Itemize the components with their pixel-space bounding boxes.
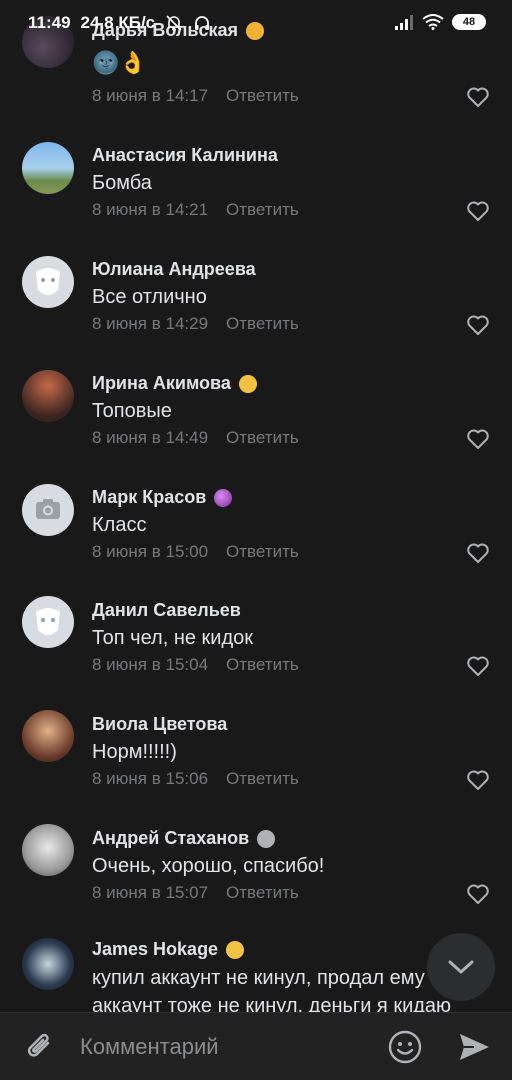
- comment-author[interactable]: Юлиана Андреева: [92, 259, 256, 280]
- reply-button[interactable]: Ответить: [226, 542, 299, 562]
- comment-author[interactable]: Виола Цветова: [92, 714, 227, 735]
- comment-author[interactable]: Андрей Стаханов: [92, 828, 276, 849]
- comment-item: Марк Красов Класс 8 июня в 15:00 Ответит…: [0, 456, 512, 570]
- comment-text: Бомба: [92, 172, 152, 194]
- comment-meta: 8 июня в 15:04 Ответить: [92, 655, 299, 675]
- reply-button[interactable]: Ответить: [226, 200, 299, 220]
- comment-item: Виола Цветова Норм!!!!!) 8 июня в 15:06 …: [0, 684, 512, 798]
- comment-item: Андрей Стаханов Очень, хорошо, спасибо! …: [0, 798, 512, 912]
- heart-icon[interactable]: [466, 314, 490, 336]
- comment-composer: [0, 1012, 512, 1080]
- comment-author[interactable]: James Hokage: [92, 939, 245, 960]
- scroll-down-button[interactable]: [427, 933, 495, 1001]
- comment-text: купил аккаунт не кинул, продал ему: [92, 967, 425, 989]
- mask-face-emoji-icon: [226, 940, 245, 959]
- comment-text: Норм!!!!!): [92, 741, 177, 763]
- comment-text: Топовые: [92, 400, 172, 422]
- comment-date: 8 июня в 15:04: [92, 655, 209, 674]
- comment-date: 8 июня в 14:49: [92, 428, 209, 447]
- heart-icon[interactable]: [466, 86, 490, 108]
- smile-icon[interactable]: [387, 1029, 423, 1065]
- comment-text: Очень, хорошо, спасибо!: [92, 855, 325, 877]
- reply-button[interactable]: Ответить: [226, 314, 299, 334]
- heart-icon[interactable]: [466, 200, 490, 222]
- avatar[interactable]: [22, 596, 74, 648]
- comment-meta: 8 июня в 14:29 Ответить: [92, 314, 299, 334]
- heart-icon[interactable]: [466, 655, 490, 677]
- comment-item: Анастасия Калинина Бомба 8 июня в 14:21 …: [0, 114, 512, 228]
- crystal-ball-icon: [214, 488, 233, 507]
- bell-off-icon: [166, 15, 182, 31]
- reply-button[interactable]: Ответить: [226, 655, 299, 675]
- default-avatar-icon: [36, 268, 60, 295]
- comment-text: Класс: [92, 514, 147, 536]
- reply-button[interactable]: Ответить: [226, 428, 299, 448]
- paperclip-icon[interactable]: [22, 1029, 58, 1065]
- comment-date: 8 июня в 14:21: [92, 200, 209, 219]
- avatar[interactable]: [22, 938, 74, 990]
- avatar[interactable]: [22, 142, 74, 194]
- alien-icon: [257, 829, 276, 848]
- comment-meta: 8 июня в 15:06 Ответить: [92, 769, 299, 789]
- comment-text-line-2: аккаунт тоже не кинул, деньги я кидаю: [92, 995, 452, 1012]
- comment-author[interactable]: Ирина Акимова: [92, 373, 257, 394]
- heart-icon[interactable]: [466, 428, 490, 450]
- comment-date: 8 июня в 15:00: [92, 542, 209, 561]
- avatar[interactable]: [22, 484, 74, 536]
- comment-text: Все отлично: [92, 286, 207, 308]
- status-bar: 11:49 24,8 КБ/с 48: [0, 0, 512, 48]
- comment-author[interactable]: Анастасия Калинина: [92, 145, 278, 166]
- default-avatar-icon: [36, 608, 60, 635]
- avatar[interactable]: [22, 710, 74, 762]
- comment-date: 8 июня в 15:06: [92, 769, 209, 788]
- comment-date: 8 июня в 14:17: [92, 86, 209, 105]
- comment-text: 🌚👌: [92, 50, 147, 75]
- headphones-icon: [195, 16, 210, 30]
- reply-button[interactable]: Ответить: [226, 883, 299, 903]
- comment-meta: 8 июня в 14:21 Ответить: [92, 200, 299, 220]
- reply-button[interactable]: Ответить: [226, 769, 299, 789]
- battery-icon: 48: [452, 14, 486, 30]
- comment-item: Юлиана Андреева Все отлично 8 июня в 14:…: [0, 228, 512, 342]
- comment-item: Ирина Акимова Топовые 8 июня в 14:49 Отв…: [0, 342, 512, 456]
- comment-meta: 8 июня в 15:07 Ответить: [92, 883, 299, 903]
- avatar[interactable]: [22, 824, 74, 876]
- signal-icon: [395, 15, 413, 30]
- reply-button[interactable]: Ответить: [226, 86, 299, 106]
- comment-date: 8 июня в 15:07: [92, 883, 209, 902]
- heart-icon[interactable]: [466, 769, 490, 791]
- send-icon[interactable]: [456, 1029, 492, 1065]
- avatar[interactable]: [22, 370, 74, 422]
- comment-text: Топ чел, не кидок: [92, 627, 254, 649]
- comment-meta: 8 июня в 14:49 Ответить: [92, 428, 299, 448]
- camera-icon: [36, 499, 60, 519]
- network-speed: 24,8 КБ/с: [80, 13, 156, 32]
- comment-meta: 8 июня в 14:17 Ответить: [92, 86, 299, 106]
- comments-list: Дарья Вольская 🌚👌 8 июня в 14:17 Ответит…: [0, 0, 512, 1012]
- comment-date: 8 июня в 14:29: [92, 314, 209, 333]
- avatar[interactable]: [22, 256, 74, 308]
- comment-author[interactable]: Марк Красов: [92, 487, 233, 508]
- comment-meta: 8 июня в 15:00 Ответить: [92, 542, 299, 562]
- chick-emoji-icon: [238, 374, 257, 393]
- comment-input[interactable]: [80, 1029, 370, 1065]
- heart-icon[interactable]: [466, 883, 490, 905]
- chevron-down-icon: [448, 960, 474, 974]
- heart-icon[interactable]: [466, 542, 490, 564]
- wifi-icon: [422, 14, 444, 30]
- status-time: 11:49: [28, 13, 71, 32]
- comment-author[interactable]: Данил Савельев: [92, 600, 241, 621]
- comment-item: Данил Савельев Топ чел, не кидок 8 июня …: [0, 570, 512, 684]
